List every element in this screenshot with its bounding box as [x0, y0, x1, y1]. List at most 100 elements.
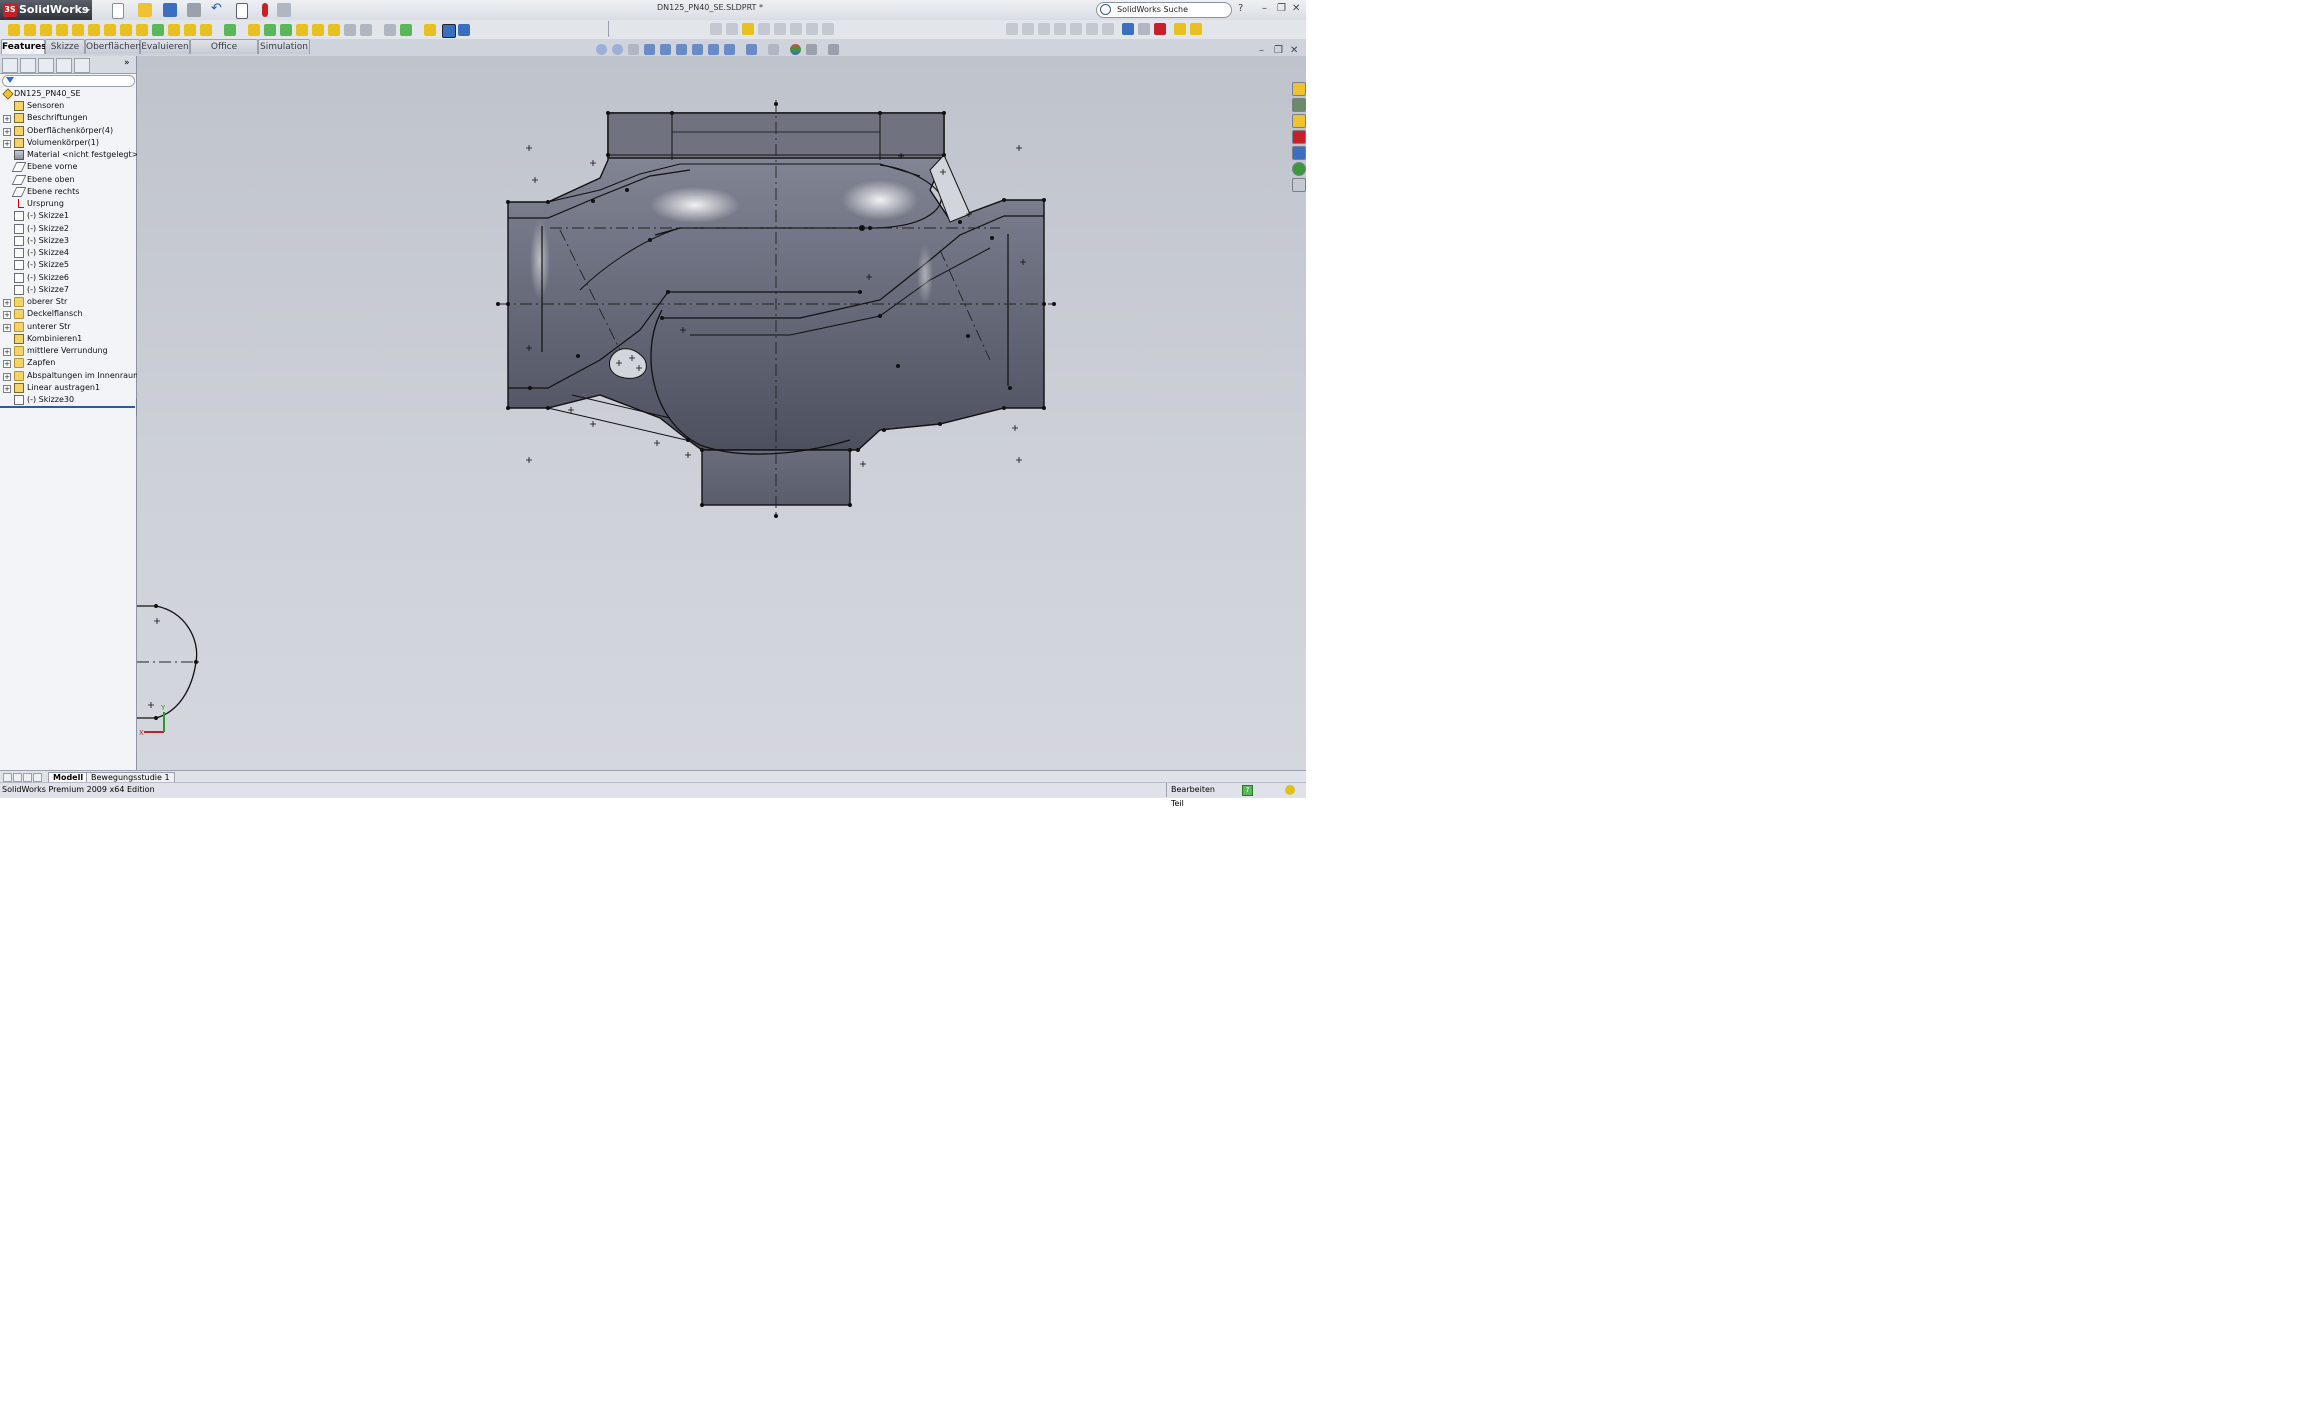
graphics-viewport[interactable]: X Y – ❐ ✕ [137, 45, 1306, 770]
tab-surfaces[interactable]: Oberflächen [85, 39, 141, 54]
tab-evaluate[interactable]: Evaluieren [140, 39, 190, 54]
shadows-icon[interactable] [806, 44, 817, 55]
extruded-boss-icon[interactable] [8, 24, 20, 36]
revolved-cut-icon[interactable] [88, 24, 100, 36]
viewport-close-button[interactable]: ✕ [1290, 45, 1298, 56]
extruded-cut-icon[interactable] [72, 24, 84, 36]
lofted-boss-icon[interactable] [56, 24, 68, 36]
sketch-tool-1-icon[interactable] [710, 23, 722, 35]
sketch-tool-8-icon[interactable] [822, 23, 834, 35]
smart-dimension-icon[interactable] [1122, 23, 1134, 35]
shell-icon[interactable] [168, 24, 180, 36]
expand-icon[interactable]: + [3, 323, 11, 332]
repair-sketch-icon[interactable] [1154, 23, 1166, 35]
rib-icon[interactable] [152, 24, 164, 36]
view-tool-7-icon[interactable] [1102, 23, 1114, 35]
viewport-restore-button[interactable]: ❐ [1274, 45, 1283, 56]
open-folder-icon[interactable] [138, 3, 152, 17]
display-manager-tab-icon[interactable] [74, 58, 90, 73]
feature-manager-tab-icon[interactable] [2, 58, 18, 73]
previous-view-icon[interactable] [628, 44, 639, 55]
new-document-icon[interactable] [112, 3, 124, 19]
expand-icon[interactable]: + [3, 311, 11, 320]
options-icon[interactable] [277, 3, 291, 17]
flex-icon[interactable] [458, 24, 470, 36]
swept-boss-icon[interactable] [40, 24, 52, 36]
freeform-icon[interactable] [400, 24, 412, 36]
section-view-icon[interactable] [676, 44, 687, 55]
select-icon[interactable] [236, 3, 248, 19]
restore-button[interactable]: ❐ [1277, 3, 1286, 15]
combine-icon[interactable] [296, 24, 308, 36]
resources-home-icon[interactable] [1292, 82, 1306, 96]
viewport-minimize-button[interactable]: – [1259, 45, 1264, 56]
next-tab-icon[interactable] [23, 773, 32, 782]
configuration-manager-tab-icon[interactable] [38, 58, 54, 73]
file-explorer-icon[interactable] [1292, 114, 1306, 128]
view-tool-2-icon[interactable] [1022, 23, 1034, 35]
tab-office-products[interactable]: Office Produkte [190, 39, 258, 66]
custom-properties-icon[interactable] [1292, 178, 1306, 192]
undo-icon[interactable]: ↶ [211, 2, 225, 17]
tab-sketch[interactable]: Skizze [45, 39, 85, 54]
expand-icon[interactable]: + [3, 127, 11, 136]
view-orientation-icon[interactable] [692, 44, 703, 55]
tree-filter-input[interactable] [2, 75, 135, 87]
sketch-tool-2-icon[interactable] [726, 23, 738, 35]
sketch-tool-4-icon[interactable] [758, 23, 770, 35]
view-tool-1-icon[interactable] [1006, 23, 1018, 35]
view-palette-icon[interactable] [1292, 146, 1306, 160]
revolved-boss-icon[interactable] [24, 24, 36, 36]
deform-icon[interactable] [424, 24, 436, 36]
reference-geometry-icon[interactable] [344, 24, 356, 36]
last-tab-icon[interactable] [33, 773, 42, 782]
view-settings-icon[interactable] [828, 44, 839, 55]
apply-scene-icon[interactable] [768, 44, 779, 55]
view-tool-6-icon[interactable] [1086, 23, 1098, 35]
first-tab-icon[interactable] [3, 773, 12, 782]
hole-wizard-icon[interactable] [200, 24, 212, 36]
rebuild-status-icon[interactable] [1285, 785, 1295, 795]
move-face-icon[interactable] [442, 24, 456, 38]
expand-icon[interactable]: + [3, 384, 11, 393]
linear-pattern-icon[interactable] [224, 24, 236, 36]
draft-icon[interactable] [184, 24, 196, 36]
expand-icon[interactable]: + [3, 372, 11, 381]
minimize-button[interactable]: – [1262, 3, 1267, 15]
sketch-tool-5-icon[interactable] [774, 23, 786, 35]
expand-icon[interactable]: + [3, 360, 11, 369]
mirror-icon[interactable] [248, 24, 260, 36]
fillet-icon[interactable] [120, 24, 132, 36]
rollback-bar[interactable] [0, 406, 135, 408]
rotate-icon[interactable] [660, 44, 671, 55]
search-box[interactable]: SolidWorks Suche [1096, 2, 1232, 18]
display-style-icon[interactable] [708, 44, 719, 55]
expand-icon[interactable]: + [3, 115, 11, 124]
appearances-icon[interactable] [1292, 162, 1306, 176]
pan-icon[interactable] [644, 44, 655, 55]
view-tool-3-icon[interactable] [1038, 23, 1050, 35]
chamfer-icon[interactable] [136, 24, 148, 36]
property-manager-tab-icon[interactable] [20, 58, 36, 73]
design-library-icon[interactable] [1292, 98, 1306, 112]
solidworks-menu-button[interactable]: 3S SolidWorks ▸ [0, 0, 92, 20]
relations-icon[interactable] [1138, 23, 1150, 35]
sketch-tool-3-icon[interactable] [742, 23, 754, 35]
expand-icon[interactable]: + [3, 348, 11, 356]
exit-sketch-icon[interactable] [1190, 23, 1202, 35]
wrap-icon[interactable] [280, 24, 292, 36]
print-icon[interactable] [187, 3, 201, 17]
sketch-tool-7-icon[interactable] [806, 23, 818, 35]
expand-icon[interactable]: + [3, 299, 11, 307]
search-results-icon[interactable] [1292, 130, 1306, 144]
previous-tab-icon[interactable] [13, 773, 22, 782]
dimxpert-tab-icon[interactable] [56, 58, 72, 73]
zoom-to-area-icon[interactable] [612, 44, 623, 55]
split-icon[interactable] [312, 24, 324, 36]
instant3d-icon[interactable] [384, 24, 396, 36]
curves-icon[interactable] [360, 24, 372, 36]
search-input[interactable]: SolidWorks Suche [1117, 3, 1188, 17]
realview-icon[interactable] [790, 44, 801, 55]
intersect-icon[interactable] [328, 24, 340, 36]
rebuild-icon[interactable] [262, 3, 268, 17]
